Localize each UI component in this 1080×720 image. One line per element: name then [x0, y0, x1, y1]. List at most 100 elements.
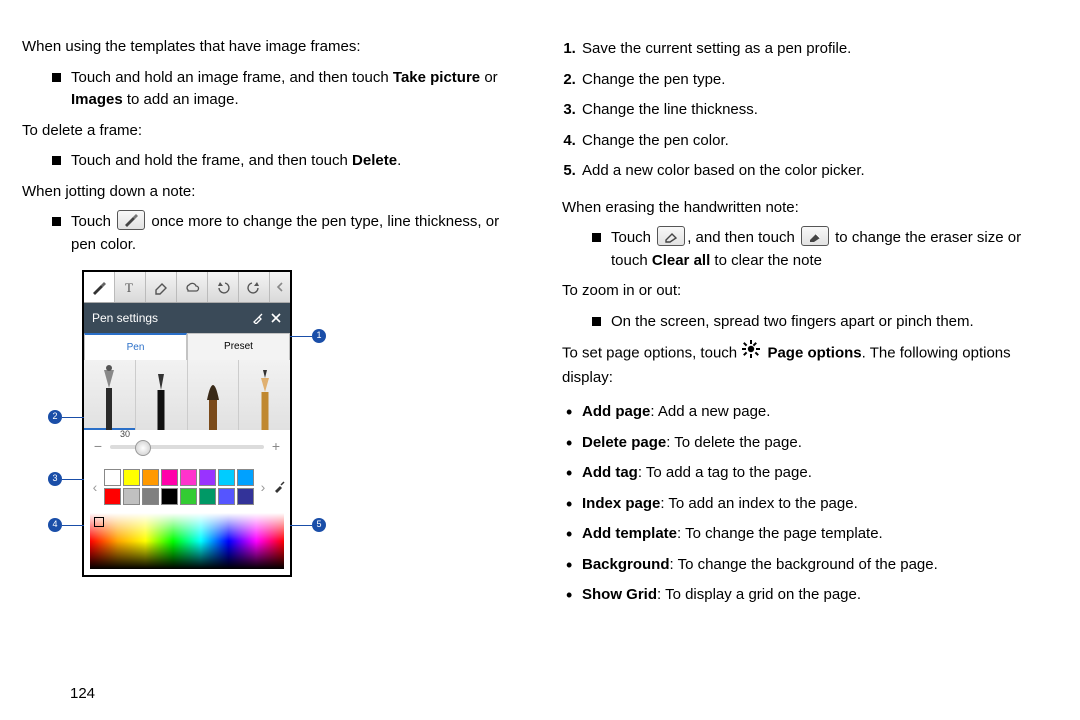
chevron-right-icon: › — [256, 477, 270, 498]
pen-type-pencil — [239, 360, 290, 430]
list-item: Touch once more to change the pen type, … — [22, 211, 518, 256]
popup-header: Pen settings — [84, 303, 290, 333]
tool-undo-icon — [208, 272, 239, 302]
list-text: Touch and hold an image frame, and then … — [71, 67, 518, 112]
para: To delete a frame: — [22, 120, 518, 143]
list-item: Change the line thickness. — [580, 97, 1058, 128]
gear-icon — [742, 340, 760, 366]
callout-4: 4 — [48, 518, 84, 532]
list-item: Touch and hold an image frame, and then … — [22, 67, 518, 112]
tabs: Pen Preset — [84, 333, 290, 360]
tab-pen: Pen — [84, 333, 187, 360]
tool-pen-icon — [84, 272, 115, 302]
plus-icon: + — [270, 436, 282, 457]
para: To zoom in or out: — [562, 280, 1058, 303]
tab-preset: Preset — [187, 333, 290, 360]
pen-type-fountain — [84, 360, 136, 430]
list-item: Background: To change the background of … — [566, 550, 1058, 581]
bullet-icon — [592, 233, 601, 242]
list-item: Index page: To add an index to the page. — [566, 489, 1058, 520]
close-icon — [270, 312, 282, 324]
para: To set page options, touch Page options.… — [562, 341, 1058, 389]
tool-cloud-icon — [177, 272, 208, 302]
eraser-icon — [657, 226, 685, 246]
color-spectrum — [90, 513, 284, 569]
pen-button-icon — [117, 210, 145, 230]
para: When using the templates that have image… — [22, 36, 518, 59]
color-swatch — [180, 469, 197, 486]
right-column: Save the current setting as a pen profil… — [540, 0, 1080, 720]
slider-thumb — [135, 440, 151, 456]
thickness-slider: 30 − + — [84, 430, 290, 467]
color-swatch — [218, 488, 235, 505]
list-item: Add a new color based on the color picke… — [580, 158, 1058, 189]
bullet-icon — [52, 73, 61, 82]
tool-text-icon: T — [115, 272, 146, 302]
color-swatch — [142, 469, 159, 486]
list-text: On the screen, spread two fingers apart … — [611, 311, 1058, 334]
callout-2: 2 — [48, 410, 84, 424]
color-swatch — [199, 488, 216, 505]
list-item: Add tag: To add a tag to the page. — [566, 458, 1058, 489]
list-item: Touch , and then touch to change the era… — [562, 227, 1058, 272]
bullet-icon — [52, 217, 61, 226]
callout-1: 1 — [290, 329, 326, 343]
color-swatch — [123, 488, 140, 505]
numbered-list: Save the current setting as a pen profil… — [562, 36, 1058, 189]
pen-settings-figure: T Pen settings Pen Preset — [82, 270, 302, 577]
callout-3: 3 — [48, 472, 84, 486]
color-swatch — [104, 469, 121, 486]
thickness-value: 30 — [120, 428, 130, 442]
color-swatch — [199, 469, 216, 486]
bullet-icon — [592, 317, 601, 326]
popup-title: Pen settings — [92, 309, 158, 327]
svg-text:T: T — [125, 280, 133, 295]
color-swatch — [218, 469, 235, 486]
options-list: Add page: Add a new page. Delete page: T… — [562, 397, 1058, 611]
swatch-grid — [104, 469, 254, 505]
para: When erasing the handwritten note: — [562, 197, 1058, 220]
manual-page: When using the templates that have image… — [0, 0, 1080, 720]
page-number: 124 — [70, 685, 95, 702]
left-column: When using the templates that have image… — [0, 0, 540, 720]
list-item: Change the pen type. — [580, 67, 1058, 98]
color-swatches: ‹ › — [84, 467, 290, 509]
color-swatch — [237, 469, 254, 486]
list-item: Show Grid: To display a grid on the page… — [566, 580, 1058, 611]
tool-collapse-icon — [270, 272, 290, 302]
list-item: Add template: To change the page templat… — [566, 519, 1058, 550]
para: When jotting down a note: — [22, 181, 518, 204]
pen-type-brush — [188, 360, 240, 430]
tool-eraser-icon — [146, 272, 177, 302]
minus-icon: − — [92, 436, 104, 457]
tool-redo-icon — [239, 272, 270, 302]
eyedropper-icon — [272, 480, 286, 494]
list-text: Touch , and then touch to change the era… — [611, 227, 1058, 272]
list-item: Touch and hold the frame, and then touch… — [22, 150, 518, 173]
slider-track — [110, 445, 264, 449]
list-item: Delete page: To delete the page. — [566, 428, 1058, 459]
color-swatch — [104, 488, 121, 505]
color-swatch — [123, 469, 140, 486]
eraser-settings-icon — [801, 226, 829, 246]
spectrum-cursor — [94, 517, 104, 527]
callout-5: 5 — [290, 518, 326, 532]
list-item: Save the current setting as a pen profil… — [580, 36, 1058, 67]
list-text: Touch once more to change the pen type, … — [71, 211, 518, 256]
chevron-left-icon: ‹ — [88, 477, 102, 498]
note-toolbar: T — [84, 272, 290, 303]
list-item: Add page: Add a new page. — [566, 397, 1058, 428]
list-item: Change the pen color. — [580, 128, 1058, 159]
pen-type-ballpoint — [136, 360, 188, 430]
pen-settings-panel: T Pen settings Pen Preset — [82, 270, 292, 577]
pen-type-row — [84, 360, 290, 430]
color-swatch — [161, 469, 178, 486]
color-swatch — [180, 488, 197, 505]
save-profile-icon — [252, 312, 264, 324]
list-item: On the screen, spread two fingers apart … — [562, 311, 1058, 334]
bullet-icon — [52, 156, 61, 165]
color-swatch — [237, 488, 254, 505]
color-swatch — [161, 488, 178, 505]
color-swatch — [142, 488, 159, 505]
list-text: Touch and hold the frame, and then touch… — [71, 150, 518, 173]
